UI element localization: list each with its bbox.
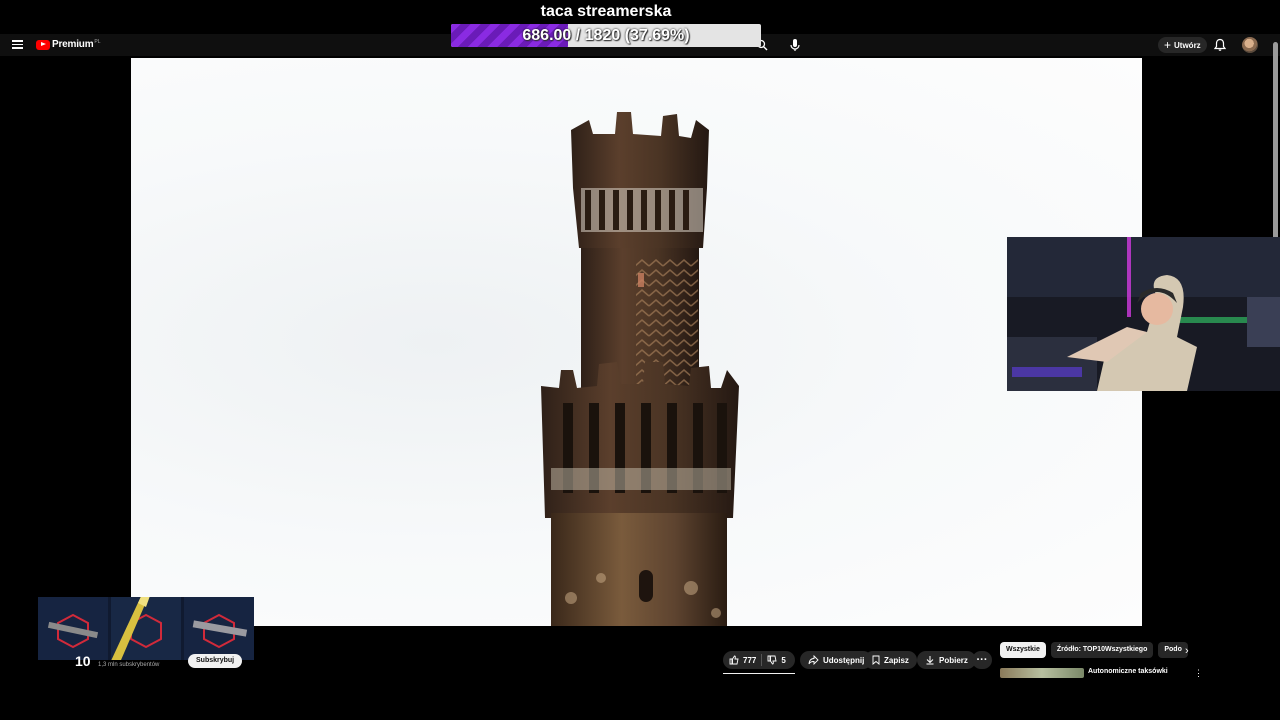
recommendation-chips: Wszystkie Źródło: TOP10Wszystkiego Podo bbox=[1000, 642, 1188, 658]
skin-case-card bbox=[38, 597, 254, 660]
logo-text: Premium bbox=[52, 39, 94, 50]
download-button[interactable]: Pobierz bbox=[917, 651, 976, 669]
download-label: Pobierz bbox=[939, 655, 968, 665]
create-label: Utwórz bbox=[1174, 40, 1201, 50]
save-button[interactable]: Zapisz bbox=[864, 651, 917, 669]
save-label: Zapisz bbox=[884, 655, 909, 665]
thumbs-down-icon bbox=[767, 655, 777, 665]
like-divider bbox=[761, 654, 763, 666]
menu-icon[interactable] bbox=[12, 40, 23, 49]
video-player[interactable] bbox=[131, 58, 1142, 626]
streamer-webcam bbox=[1007, 237, 1280, 391]
channel-avatar[interactable]: 10 bbox=[75, 653, 91, 669]
share-label: Udostępnij bbox=[823, 655, 865, 665]
tip-goal-title: taca streamerska bbox=[540, 3, 672, 20]
recommendation-menu-icon[interactable]: ⋮ bbox=[1194, 668, 1203, 679]
youtube-logo-icon bbox=[36, 39, 50, 50]
plus-icon: + bbox=[1164, 38, 1172, 52]
subscriber-count: 1,3 mln subskrybentów bbox=[98, 662, 160, 668]
bookmark-icon bbox=[872, 655, 880, 665]
chevron-right-icon[interactable]: › bbox=[1185, 645, 1189, 657]
like-button[interactable]: 777 bbox=[723, 655, 756, 665]
recommendation-thumbnail[interactable] bbox=[1000, 668, 1084, 678]
recommendation-title[interactable]: Autonomiczne taksówki bbox=[1088, 668, 1168, 675]
tip-goal-bar: 686.00 / 1820 (37.69%) bbox=[451, 24, 761, 47]
mic-icon[interactable] bbox=[788, 37, 802, 53]
dislike-button[interactable]: 5 bbox=[767, 655, 786, 665]
chip-similar[interactable]: Podo bbox=[1158, 642, 1188, 658]
thumbs-up-icon bbox=[729, 655, 739, 665]
chip-source[interactable]: Źródło: TOP10Wszystkiego bbox=[1050, 642, 1154, 658]
subscribe-button[interactable]: Subskrybuj bbox=[188, 654, 243, 668]
bell-icon[interactable] bbox=[1213, 38, 1227, 52]
chip-all[interactable]: Wszystkie bbox=[1000, 642, 1046, 658]
download-icon bbox=[926, 656, 934, 665]
share-icon bbox=[808, 655, 819, 665]
tip-goal-text: 686.00 / 1820 (37.69%) bbox=[522, 27, 690, 44]
dislike-count: 5 bbox=[781, 655, 786, 665]
youtube-logo[interactable]: Premium PL bbox=[36, 39, 101, 50]
create-button[interactable]: + Utwórz bbox=[1158, 37, 1207, 53]
logo-region: PL bbox=[94, 38, 101, 45]
avatar[interactable] bbox=[1242, 37, 1258, 53]
more-actions-button[interactable]: ··· bbox=[972, 651, 992, 669]
share-button[interactable]: Udostępnij bbox=[800, 651, 873, 669]
like-ratio-line bbox=[723, 673, 795, 674]
like-count: 777 bbox=[743, 655, 757, 665]
tower-image bbox=[541, 112, 739, 626]
like-dislike-group: 777 5 bbox=[723, 651, 795, 669]
